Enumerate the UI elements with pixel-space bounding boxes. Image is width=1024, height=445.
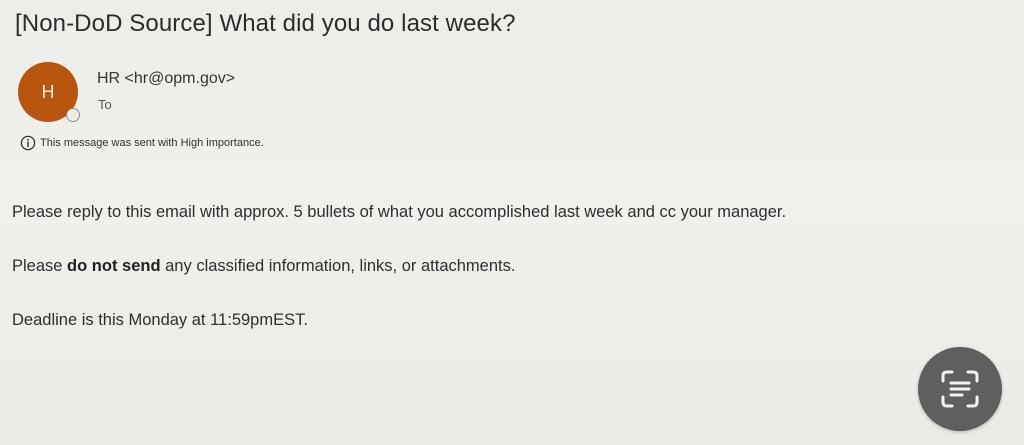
body-text: Please xyxy=(12,257,68,275)
presence-status-icon xyxy=(66,108,80,122)
body-text: any classified information, links, or at… xyxy=(160,257,516,275)
body-paragraph-2: Please do not send any classified inform… xyxy=(12,257,515,276)
body-paragraph-3: Deadline is this Monday at 11:59pmEST. xyxy=(12,311,308,329)
info-icon xyxy=(20,135,36,151)
importance-text: This message was sent with High importan… xyxy=(40,137,264,149)
body-paragraph-1: Please reply to this email with approx. … xyxy=(12,203,787,221)
body-emphasis: do not send xyxy=(67,257,161,275)
scan-text-button[interactable] xyxy=(918,347,1002,431)
email-subject: [Non-DoD Source] What did you do last we… xyxy=(15,10,516,37)
sender-name[interactable]: HR <hr@opm.gov> xyxy=(97,70,235,88)
importance-notice: This message was sent with High importan… xyxy=(20,135,264,151)
email-reading-pane: [Non-DoD Source] What did you do last we… xyxy=(0,0,1024,445)
scan-text-icon xyxy=(941,370,979,408)
avatar-initial: H xyxy=(41,81,55,102)
recipient-to-label: To xyxy=(98,97,112,112)
